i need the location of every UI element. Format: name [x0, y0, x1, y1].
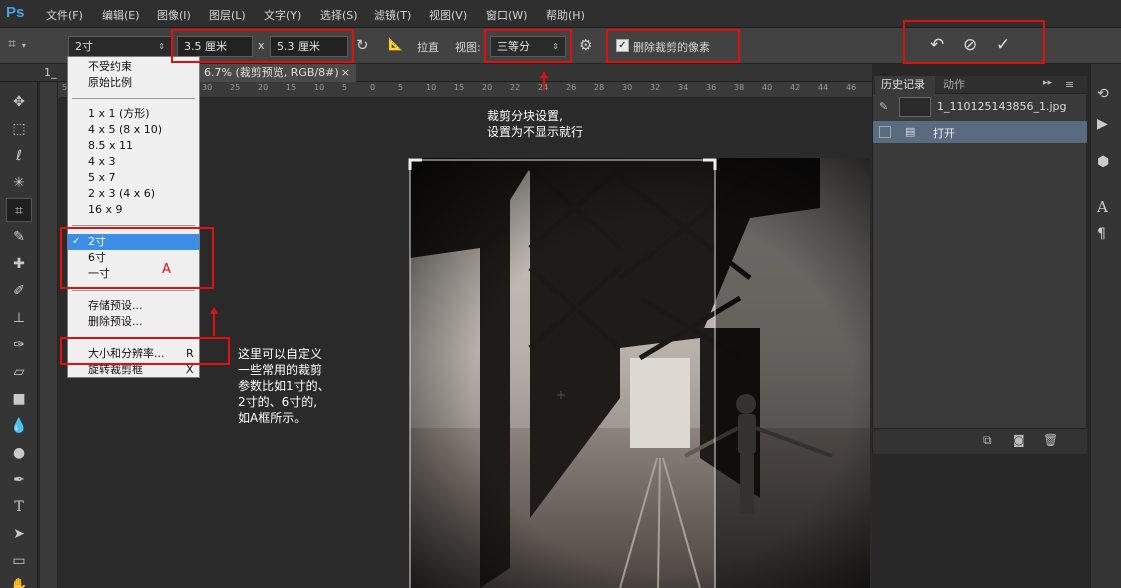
- annotation-arrows: [210, 71, 548, 336]
- photoshop-window: Ps 文件(F) 编辑(E) 图像(I) 图层(L) 文字(Y) 选择(S) 滤…: [0, 0, 1121, 588]
- arrow-view-head: [540, 71, 548, 78]
- annotation-view-line-1: 裁剪分块设置,: [487, 109, 563, 123]
- annotation-custom-line-1: 这里可以自定义: [238, 347, 323, 361]
- annotation-view-line-2: 设置为不显示就行: [487, 125, 584, 139]
- arrow-custom-head: [210, 307, 218, 314]
- annotation-custom-line-5: 如A框所示。: [238, 411, 307, 425]
- annotation-custom-line-3: 参数比如1寸的、: [238, 379, 330, 393]
- annotation-custom-line-2: 一些常用的裁剪: [238, 363, 323, 377]
- annotation-custom-line-4: 2寸的、6寸的,: [238, 395, 318, 409]
